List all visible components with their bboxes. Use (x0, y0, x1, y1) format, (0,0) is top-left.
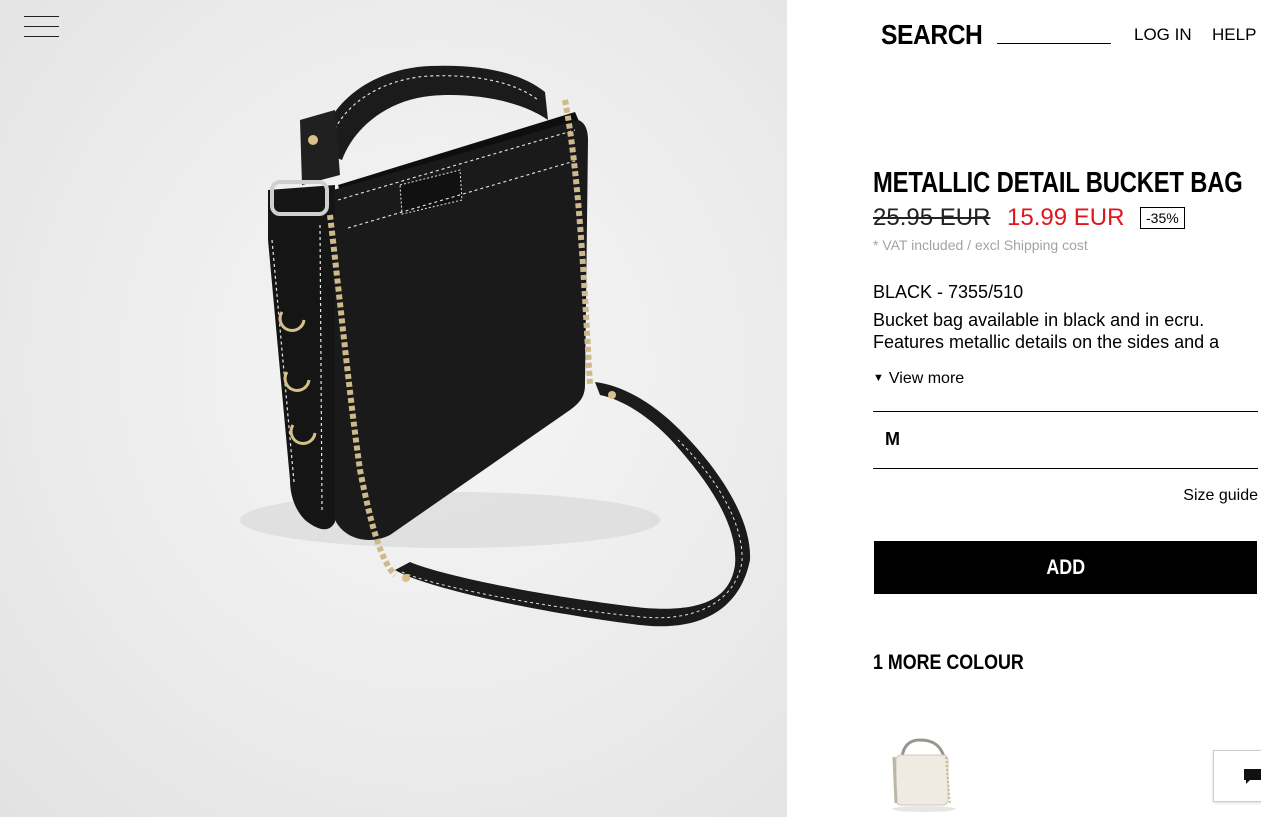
color-code: BLACK - 7355/510 (873, 282, 1024, 302)
hamburger-icon[interactable] (24, 15, 60, 39)
view-more-label: View more (888, 370, 965, 387)
product-image[interactable] (0, 0, 787, 817)
caret-down-icon: ▼ (873, 372, 884, 384)
chat-button[interactable] (1213, 750, 1261, 802)
ecru-bag-thumbnail (892, 738, 956, 812)
old-price: 25.95 EUR (873, 204, 991, 231)
selected-size: M (885, 429, 900, 449)
search-underline (997, 43, 1111, 44)
description-line: Features metallic details on the sides a… (873, 332, 1220, 352)
chat-bubble-icon (1244, 769, 1261, 784)
add-to-bag-button[interactable]: ADD (874, 541, 1257, 594)
size-guide-link[interactable]: Size guide (1183, 487, 1258, 505)
bucket-bag-illustration (240, 65, 751, 627)
search-input[interactable] (997, 22, 1115, 44)
size-selector[interactable]: M (873, 411, 1258, 469)
help-link[interactable]: HELP (1212, 25, 1256, 45)
product-description: Bucket bag available in black and in ecr… (873, 309, 1258, 353)
discount-badge: -35% (1140, 207, 1185, 229)
view-more-link[interactable]: ▼ View more (873, 370, 964, 388)
login-link[interactable]: LOG IN (1134, 25, 1192, 45)
search-label[interactable]: SEARCH (881, 19, 983, 51)
colour-thumbnail-ecru[interactable] (884, 735, 974, 815)
add-button-label: ADD (1046, 555, 1085, 579)
product-title: METALLIC DETAIL BUCKET BAG (873, 167, 1243, 199)
sale-price: 15.99 EUR (1007, 204, 1125, 231)
description-line: Bucket bag available in black and in ecr… (873, 310, 1205, 330)
more-colours-heading: 1 MORE COLOUR (873, 651, 1024, 674)
vat-note: * VAT included / excl Shipping cost (873, 237, 1088, 253)
